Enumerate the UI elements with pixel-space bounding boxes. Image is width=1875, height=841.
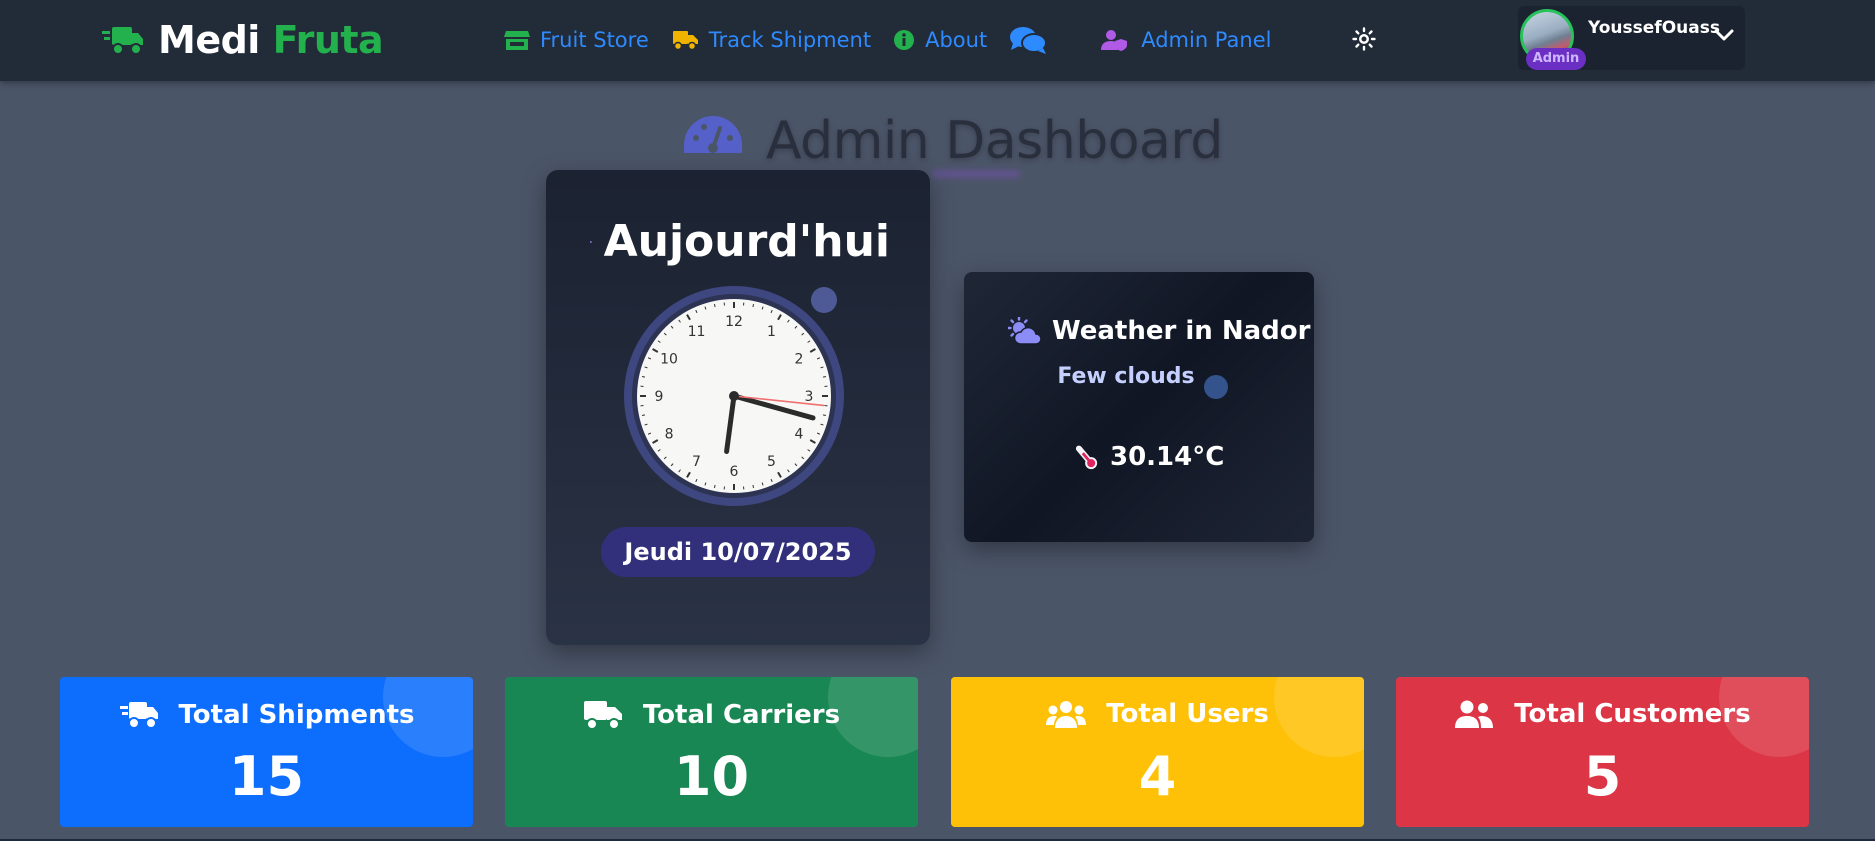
cloud-sun-icon	[1008, 317, 1042, 345]
clock-number: 2	[794, 352, 803, 368]
clock-heading-text: Aujourd'hui	[603, 216, 890, 267]
info-icon	[894, 30, 915, 50]
clock-tick	[713, 484, 716, 489]
clock-number: 8	[665, 427, 674, 443]
role-badge: Admin	[1526, 48, 1586, 70]
truck-fast-icon	[102, 27, 143, 55]
stat-value: 5	[1583, 745, 1622, 808]
page-title: Admin Dashboard	[682, 108, 1223, 174]
analog-clock: 121234567891011	[624, 286, 844, 506]
weather-temperature: 30.14°C	[1072, 442, 1224, 472]
clock-tick	[822, 375, 827, 378]
clock-tick	[713, 303, 716, 308]
weather-heading: Weather in Nador	[1008, 316, 1310, 346]
stat-value: 15	[228, 745, 305, 808]
clock-heading: Aujourd'hui	[590, 216, 890, 267]
brand-part-1: Medi	[158, 18, 260, 62]
stat-card-total-shipments[interactable]: Total Shipments 15	[60, 677, 473, 827]
nav-about-label: About	[925, 28, 988, 52]
weather-description: Few clouds	[1057, 364, 1195, 389]
clock-number: 11	[688, 324, 706, 340]
nav-chat[interactable]	[1009, 25, 1057, 55]
clock-number: 3	[805, 389, 814, 405]
stat-label: Total Carriers	[642, 700, 841, 730]
clock-tick	[752, 484, 755, 489]
clock-number: 9	[655, 389, 664, 405]
clock-number: 6	[730, 464, 739, 480]
store-icon	[504, 31, 530, 50]
user-group-icon	[1455, 700, 1494, 728]
clock-number: 12	[725, 314, 743, 330]
users-icon	[1046, 701, 1087, 728]
stat-card-total-carriers[interactable]: Total Carriers 10	[505, 677, 918, 827]
gauge-icon	[682, 116, 744, 168]
weather-card: Weather in Nador Few clouds 30.14°C	[964, 272, 1314, 542]
thermometer-icon	[1075, 445, 1098, 470]
user-menu[interactable]: YoussefOuass Admin	[1518, 6, 1745, 70]
clock-number: 1	[767, 324, 776, 340]
chat-icon	[1010, 27, 1048, 54]
clock-number: 5	[767, 454, 776, 470]
stat-card-total-users[interactable]: Total Users 4	[951, 677, 1364, 827]
stat-value: 10	[673, 745, 750, 808]
truck-icon	[583, 701, 622, 730]
brand-part-2: Fruta	[272, 18, 384, 62]
chevron-down-icon	[1714, 29, 1734, 41]
date-pill: Jeudi 10/07/2025	[601, 527, 875, 577]
stat-label: Total Customers	[1514, 699, 1751, 729]
clock-number: 10	[660, 352, 678, 368]
nav-links: Fruit Store Track Shipment About Admin P…	[504, 20, 1293, 60]
clock-tick	[822, 414, 827, 417]
nav-track-shipment[interactable]: Track Shipment	[671, 28, 871, 52]
stat-label: Total Shipments	[178, 700, 415, 730]
weather-temperature-text: 30.14°C	[1110, 442, 1225, 472]
user-shield-icon	[1101, 30, 1128, 51]
stat-value: 4	[1138, 745, 1177, 808]
truck-icon	[672, 31, 698, 51]
page-title-text: Admin Dashboard	[766, 111, 1223, 171]
clock-decor-dot	[811, 287, 837, 313]
nav-fruit-store-label: Fruit Store	[540, 28, 649, 52]
nav-admin-panel[interactable]: Admin Panel	[1101, 28, 1271, 52]
nav-track-shipment-label: Track Shipment	[708, 28, 872, 52]
brand-name: Medi Fruta	[158, 18, 384, 62]
user-name: YoussefOuass	[1588, 18, 1720, 38]
nav-admin-panel-label: Admin Panel	[1141, 28, 1272, 52]
nav-fruit-store[interactable]: Fruit Store	[504, 28, 649, 52]
stat-label: Total Users	[1106, 699, 1269, 729]
navbar: Medi Fruta Fruit Store Track Shipment Ab…	[0, 0, 1875, 81]
title-underline	[932, 170, 1020, 178]
weather-heading-text: Weather in Nador	[1052, 316, 1311, 346]
truck-fast-icon	[119, 702, 158, 729]
weather-decor-dot	[1204, 375, 1228, 399]
clock-number: 7	[692, 454, 701, 470]
sun-icon[interactable]	[1352, 27, 1376, 51]
stat-card-total-customers[interactable]: Total Customers 5	[1396, 677, 1809, 827]
clock-card: Aujourd'hui 12 1 2 3 4 5 6 7 8 9 10 11 Jeudi 10/07/…	[546, 170, 930, 645]
clock-tick	[641, 375, 646, 378]
clock-tick	[641, 414, 646, 417]
calendar-icon	[590, 240, 592, 243]
clock-tick	[752, 303, 755, 308]
clock-number: 4	[794, 427, 803, 443]
nav-about[interactable]: About	[893, 28, 987, 52]
brand-link[interactable]: Medi Fruta	[102, 14, 384, 66]
clock-center	[729, 391, 739, 401]
